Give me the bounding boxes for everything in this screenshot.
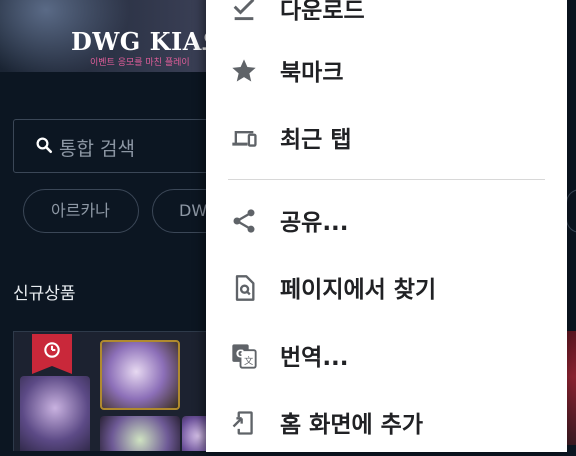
menu-item-label: 최근 탭 xyxy=(280,127,352,153)
menu-item-label: 페이지에서 찾기 xyxy=(280,277,437,303)
browser-overflow-menu: 다운로드 북마크 최근 탭 공유... 페이지에서 찾기 G 文 번역... 홈… xyxy=(206,0,567,452)
page-right-edge xyxy=(566,0,576,445)
menu-item-label: 번역... xyxy=(280,345,349,371)
devices-icon xyxy=(232,131,257,147)
add-to-home-screen-icon xyxy=(232,411,253,435)
menu-item-label: 공유... xyxy=(280,210,349,236)
category-chip-partial[interactable] xyxy=(566,189,576,233)
translate-icon: G 文 xyxy=(232,344,257,369)
menu-item-find-in-page[interactable]: 페이지에서 찾기 xyxy=(206,255,567,321)
star-icon xyxy=(232,59,256,82)
clock-icon xyxy=(44,342,60,358)
chip-label: DW xyxy=(179,201,208,220)
svg-text:文: 文 xyxy=(244,355,253,367)
product-image-tile xyxy=(20,376,90,451)
menu-item-recent-tabs[interactable]: 최근 탭 xyxy=(206,105,567,171)
find-in-page-icon xyxy=(235,275,255,301)
menu-divider xyxy=(228,179,545,180)
chip-label: 아르카나 xyxy=(51,201,110,220)
search-icon xyxy=(36,137,53,154)
menu-item-label: 홈 화면에 추가 xyxy=(280,412,423,438)
search-placeholder: 통합 검색 xyxy=(59,138,135,160)
share-icon xyxy=(233,209,255,233)
product-image-tile xyxy=(100,416,180,451)
menu-item-add-to-home-screen[interactable]: 홈 화면에 추가 xyxy=(206,390,567,456)
product-image-tile xyxy=(100,340,180,410)
banner-title: DWG KIA오 xyxy=(71,27,225,56)
download-done-icon xyxy=(233,0,255,21)
menu-item-downloads[interactable]: 다운로드 xyxy=(206,0,567,42)
banner-subtitle: 이벤트 응모를 마친 플레이 xyxy=(90,58,190,68)
menu-item-label: 다운로드 xyxy=(280,0,365,24)
menu-item-translate[interactable]: G 文 번역... xyxy=(206,323,567,389)
category-chip-arcana[interactable]: 아르카나 xyxy=(23,189,139,233)
product-thumbnail-partial[interactable] xyxy=(567,331,576,445)
menu-item-label: 북마크 xyxy=(280,60,344,86)
menu-item-share[interactable]: 공유... xyxy=(206,188,567,254)
menu-item-bookmarks[interactable]: 북마크 xyxy=(206,38,567,104)
product-thumbnail[interactable] xyxy=(13,331,213,451)
section-title: 신규상품 xyxy=(13,284,76,304)
